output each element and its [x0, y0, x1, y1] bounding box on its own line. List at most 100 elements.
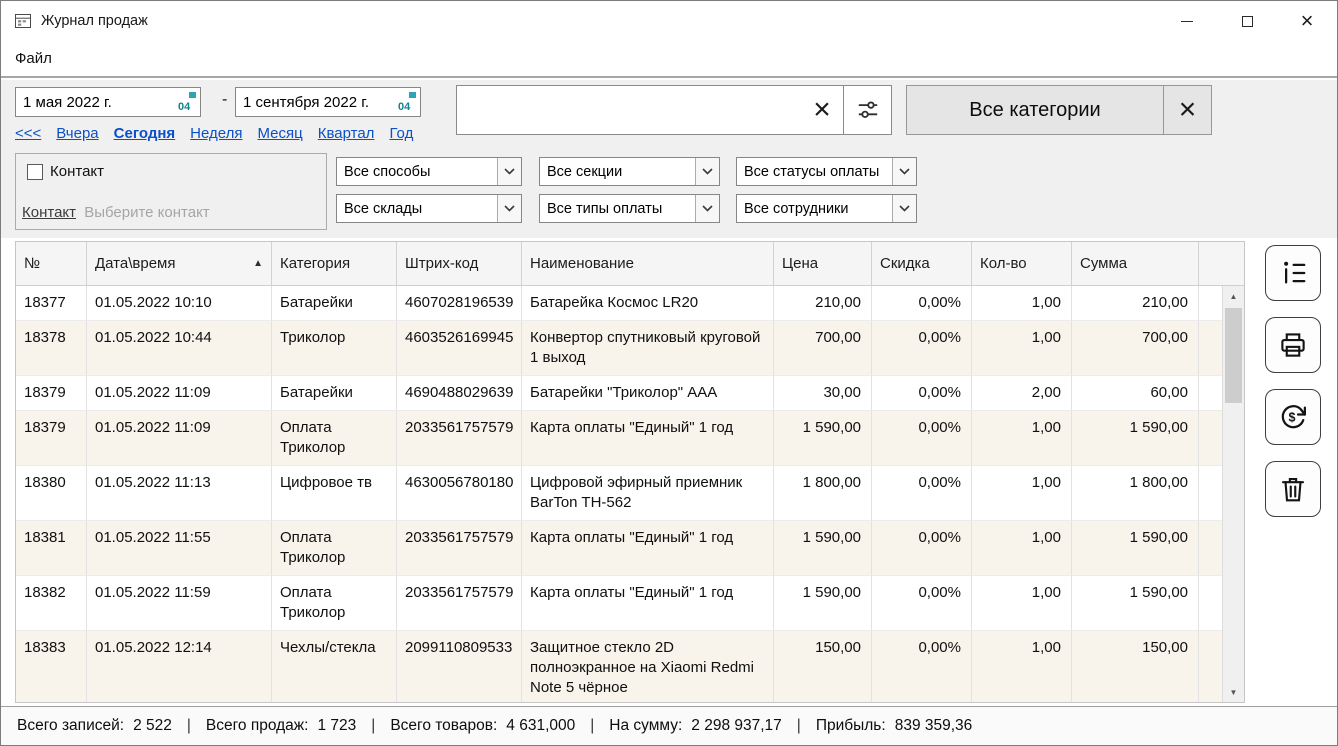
- quick-link[interactable]: Год: [389, 125, 413, 142]
- dropdown-value: Все секции: [540, 164, 695, 180]
- column-header-quantity[interactable]: Кол-во: [972, 242, 1072, 285]
- column-header-datetime[interactable]: Дата\время ▲: [87, 242, 272, 285]
- column-header-sum[interactable]: Сумма: [1072, 242, 1199, 285]
- status-separator: |: [371, 717, 375, 735]
- refund-button[interactable]: $: [1265, 389, 1321, 445]
- dropdown-sections[interactable]: Все секции: [539, 157, 720, 186]
- vertical-scrollbar[interactable]: ▲ ▼: [1222, 286, 1244, 702]
- delete-button[interactable]: [1265, 461, 1321, 517]
- table-row[interactable]: 1838001.05.2022 11:13Цифровое тв46300567…: [16, 466, 1244, 521]
- table-cell: 01.05.2022 11:55: [87, 521, 272, 576]
- column-header-price[interactable]: Цена: [774, 242, 872, 285]
- table-cell: 1 590,00: [1072, 521, 1199, 576]
- date-from-value: 1 мая 2022 г.: [16, 94, 178, 111]
- filter-settings-button[interactable]: [843, 85, 892, 135]
- scroll-down-button[interactable]: ▼: [1223, 682, 1244, 702]
- dropdown-employees[interactable]: Все сотрудники: [736, 194, 917, 223]
- checkbox-icon: [27, 164, 43, 180]
- table-cell: 1 590,00: [774, 576, 872, 631]
- calendar-icon[interactable]: 04: [398, 91, 417, 113]
- table-row[interactable]: 1837901.05.2022 11:09Оплата Триколор2033…: [16, 411, 1244, 466]
- calendar-icon[interactable]: 04: [178, 91, 197, 113]
- table-cell: 01.05.2022 11:09: [87, 411, 272, 466]
- table-cell: 2099110809533: [397, 631, 522, 702]
- table-cell: Карта оплаты "Единый" 1 год: [522, 411, 774, 466]
- date-from-field[interactable]: 1 мая 2022 г. 04: [15, 87, 201, 117]
- scroll-up-button[interactable]: ▲: [1223, 286, 1244, 306]
- dropdown-button[interactable]: [892, 195, 916, 222]
- quick-link[interactable]: <<<: [15, 125, 41, 142]
- dropdown-button[interactable]: [695, 158, 719, 185]
- table-cell: 01.05.2022 12:14: [87, 631, 272, 702]
- table-cell: 1 800,00: [1072, 466, 1199, 521]
- quick-link[interactable]: Вчера: [56, 125, 98, 142]
- table-cell: 01.05.2022 11:59: [87, 576, 272, 631]
- table-cell: 0,00%: [872, 286, 972, 321]
- dropdown-button[interactable]: [497, 195, 521, 222]
- category-filter-button[interactable]: Все категории: [906, 85, 1164, 135]
- contact-checkbox[interactable]: Контакт: [27, 163, 104, 180]
- dropdown-warehouses[interactable]: Все склады: [336, 194, 522, 223]
- dropdown-payment-methods[interactable]: Все способы: [336, 157, 522, 186]
- column-header-category[interactable]: Категория: [272, 242, 397, 285]
- table-cell: 150,00: [774, 631, 872, 702]
- scrollbar-thumb[interactable]: [1225, 308, 1242, 403]
- column-header-filler: [1199, 242, 1244, 285]
- column-header-barcode[interactable]: Штрих-код: [397, 242, 522, 285]
- table-row[interactable]: 1837701.05.2022 10:10Батарейки4607028196…: [16, 286, 1244, 321]
- contact-line: Контакт Выберите контакт: [22, 204, 210, 221]
- dropdown-value: Все склады: [337, 201, 497, 217]
- table-row[interactable]: 1838301.05.2022 12:14Чехлы/стекла2099110…: [16, 631, 1244, 702]
- quick-link[interactable]: Сегодня: [114, 125, 176, 142]
- close-button[interactable]: ×: [1277, 1, 1337, 41]
- table-row[interactable]: 1838201.05.2022 11:59Оплата Триколор2033…: [16, 576, 1244, 631]
- search-clear-icon[interactable]: ×: [801, 95, 843, 125]
- quick-link[interactable]: Квартал: [318, 125, 375, 142]
- table-cell: 2033561757579: [397, 521, 522, 576]
- print-button[interactable]: [1265, 317, 1321, 373]
- table-cell: 1,00: [972, 521, 1072, 576]
- maximize-button[interactable]: [1217, 1, 1277, 41]
- dropdown-button[interactable]: [695, 195, 719, 222]
- column-header-name[interactable]: Наименование: [522, 242, 774, 285]
- quick-link[interactable]: Неделя: [190, 125, 242, 142]
- column-header-number[interactable]: №: [16, 242, 87, 285]
- table-row[interactable]: 1837901.05.2022 11:09Батарейки4690488029…: [16, 376, 1244, 411]
- scrollbar-track[interactable]: [1223, 306, 1244, 682]
- table-cell: 0,00%: [872, 576, 972, 631]
- window-title: Журнал продаж: [41, 13, 148, 29]
- table-cell: 0,00%: [872, 521, 972, 576]
- dropdown-button[interactable]: [497, 158, 521, 185]
- date-to-value: 1 сентября 2022 г.: [236, 94, 398, 111]
- dropdown-button[interactable]: [892, 158, 916, 185]
- trash-icon: [1278, 474, 1308, 504]
- dropdown-payment-statuses[interactable]: Все статусы оплаты: [736, 157, 917, 186]
- column-header-datetime-label: Дата\время: [95, 255, 175, 272]
- minimize-button[interactable]: [1157, 1, 1217, 41]
- date-to-field[interactable]: 1 сентября 2022 г. 04: [235, 87, 421, 117]
- menu-file[interactable]: Файл: [15, 50, 52, 67]
- table-cell: 30,00: [774, 376, 872, 411]
- dropdown-payment-types[interactable]: Все типы оплаты: [539, 194, 720, 223]
- table-cell: 1,00: [972, 576, 1072, 631]
- column-header-discount[interactable]: Скидка: [872, 242, 972, 285]
- table-cell: 700,00: [774, 321, 872, 376]
- calendar-icon-day: 04: [398, 101, 410, 113]
- table-row[interactable]: 1837801.05.2022 10:44Триколор46035261699…: [16, 321, 1244, 376]
- info-list-icon: [1278, 258, 1308, 288]
- details-button[interactable]: [1265, 245, 1321, 301]
- table-cell: 2,00: [972, 376, 1072, 411]
- table-cell: 700,00: [1072, 321, 1199, 376]
- table-cell: Цифровое тв: [272, 466, 397, 521]
- table-cell: 18382: [16, 576, 87, 631]
- table-cell: 1 590,00: [774, 521, 872, 576]
- chevron-down-icon: [702, 205, 713, 212]
- quick-links: <<< Вчера Сегодня Неделя Месяц Квартал Год: [15, 125, 413, 142]
- quick-link[interactable]: Месяц: [258, 125, 303, 142]
- table-cell: Батарейки: [272, 376, 397, 411]
- search-input[interactable]: [457, 86, 801, 134]
- table-cell: 01.05.2022 10:10: [87, 286, 272, 321]
- table-row[interactable]: 1838101.05.2022 11:55Оплата Триколор2033…: [16, 521, 1244, 576]
- category-clear-button[interactable]: ×: [1163, 85, 1212, 135]
- contact-link[interactable]: Контакт: [22, 204, 76, 221]
